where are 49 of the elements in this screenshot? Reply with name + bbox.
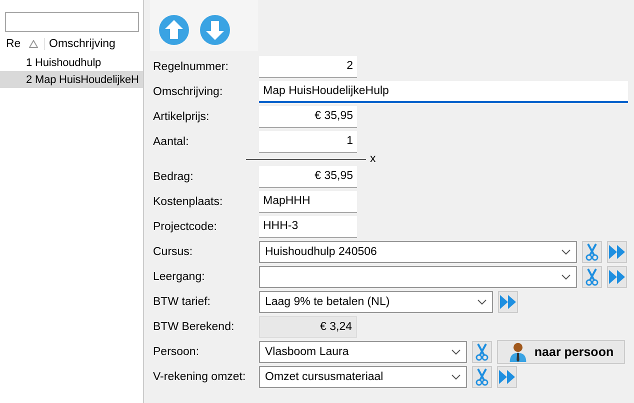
chevron-down-icon <box>451 374 461 380</box>
fast-forward-icon[interactable] <box>497 366 517 388</box>
fast-forward-icon[interactable] <box>607 240 627 262</box>
scissors-icon[interactable] <box>472 340 492 362</box>
dropdown[interactable]: Vlasboom Laura <box>259 340 467 362</box>
dropdown[interactable]: Omzet cursusmateriaal <box>259 366 467 388</box>
input-field: € 3,24 <box>259 316 357 338</box>
field-label: Artikelprijs: <box>152 110 210 122</box>
field-label: BTW Berekend: <box>152 320 236 332</box>
field-label: Leergang: <box>152 270 206 282</box>
field-label: Bedrag: <box>152 170 194 182</box>
chevron-down-icon <box>451 348 461 354</box>
person-icon <box>508 340 528 362</box>
arrow-down-icon[interactable] <box>199 14 231 46</box>
dropdown[interactable] <box>259 266 577 288</box>
multiply-sign: x <box>370 153 376 165</box>
field-label: Regelnummer: <box>152 60 230 72</box>
column-header[interactable]: Omschrijving <box>44 38 116 50</box>
field-label: V-rekening omzet: <box>152 370 247 382</box>
dropdown[interactable]: Laag 9% te betalen (NL) <box>259 290 493 312</box>
field-label: Persoon: <box>152 346 200 358</box>
field-label: BTW tarief: <box>152 296 212 308</box>
input-field[interactable]: MapHHH <box>259 190 357 212</box>
field-label: Cursus: <box>152 246 194 258</box>
dropdown[interactable]: Huishoudhulp 240506 <box>259 240 577 262</box>
list-row[interactable]: 1 Huishoudhulp <box>0 54 143 71</box>
field-label: Projectcode: <box>152 220 218 232</box>
input-field[interactable]: HHH-3 <box>259 216 357 238</box>
field-label: Omschrijving: <box>152 86 224 98</box>
input-field[interactable]: 2 <box>259 56 357 78</box>
input-field[interactable]: € 35,95 <box>259 106 357 128</box>
input-field[interactable]: 1 <box>259 130 357 152</box>
chevron-down-icon <box>561 248 571 254</box>
search-field[interactable] <box>5 12 139 32</box>
input-field[interactable]: Map HuisHoudelijkeHulp <box>259 80 628 102</box>
person-button[interactable]: naar persoon <box>497 340 625 364</box>
column-header[interactable]: Re <box>0 38 23 50</box>
field-label: Kostenplaats: <box>152 196 224 208</box>
list-row[interactable]: 2 Map HuisHoudelijkeH <box>0 71 143 88</box>
input-field[interactable]: € 35,95 <box>259 166 357 188</box>
scissors-icon[interactable] <box>582 266 602 288</box>
scissors-icon[interactable] <box>472 366 492 388</box>
fast-forward-icon[interactable] <box>607 266 627 288</box>
fast-forward-icon[interactable] <box>498 290 518 312</box>
field-label: Aantal: <box>152 136 190 148</box>
arrow-up-icon[interactable] <box>158 14 190 46</box>
scissors-icon[interactable] <box>582 240 602 262</box>
chevron-down-icon <box>561 274 571 280</box>
chevron-down-icon <box>477 298 487 304</box>
